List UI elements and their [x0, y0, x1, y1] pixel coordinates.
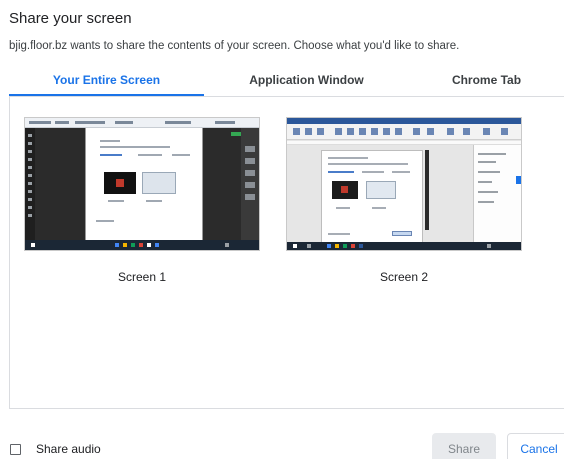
share-audio-label[interactable]: Share audio — [36, 442, 101, 456]
tab-application-window[interactable]: Application Window — [214, 64, 399, 96]
screen-1-thumbnail — [24, 117, 260, 251]
share-audio-checkbox[interactable] — [10, 444, 21, 455]
screen-2-label: Screen 2 — [379, 270, 429, 284]
screen-2-thumbnail — [286, 117, 522, 251]
screen-option-1[interactable]: Screen 1 — [24, 117, 274, 297]
screen-picker-panel: Screen 1 Screen 2 — [9, 97, 564, 409]
screen-1-label: Screen 1 — [117, 270, 167, 284]
tab-entire-screen[interactable]: Your Entire Screen — [9, 64, 204, 96]
cancel-button[interactable]: Cancel — [507, 433, 564, 459]
screen-option-2[interactable]: Screen 2 — [286, 117, 536, 297]
share-button[interactable]: Share — [432, 433, 496, 459]
source-tabs: Your Entire Screen Application Window Ch… — [9, 64, 564, 96]
dialog-subtitle: bjig.floor.bz wants to share the content… — [9, 40, 460, 52]
dialog-title: Share your screen — [9, 10, 132, 27]
tab-chrome-tab[interactable]: Chrome Tab — [409, 64, 564, 96]
